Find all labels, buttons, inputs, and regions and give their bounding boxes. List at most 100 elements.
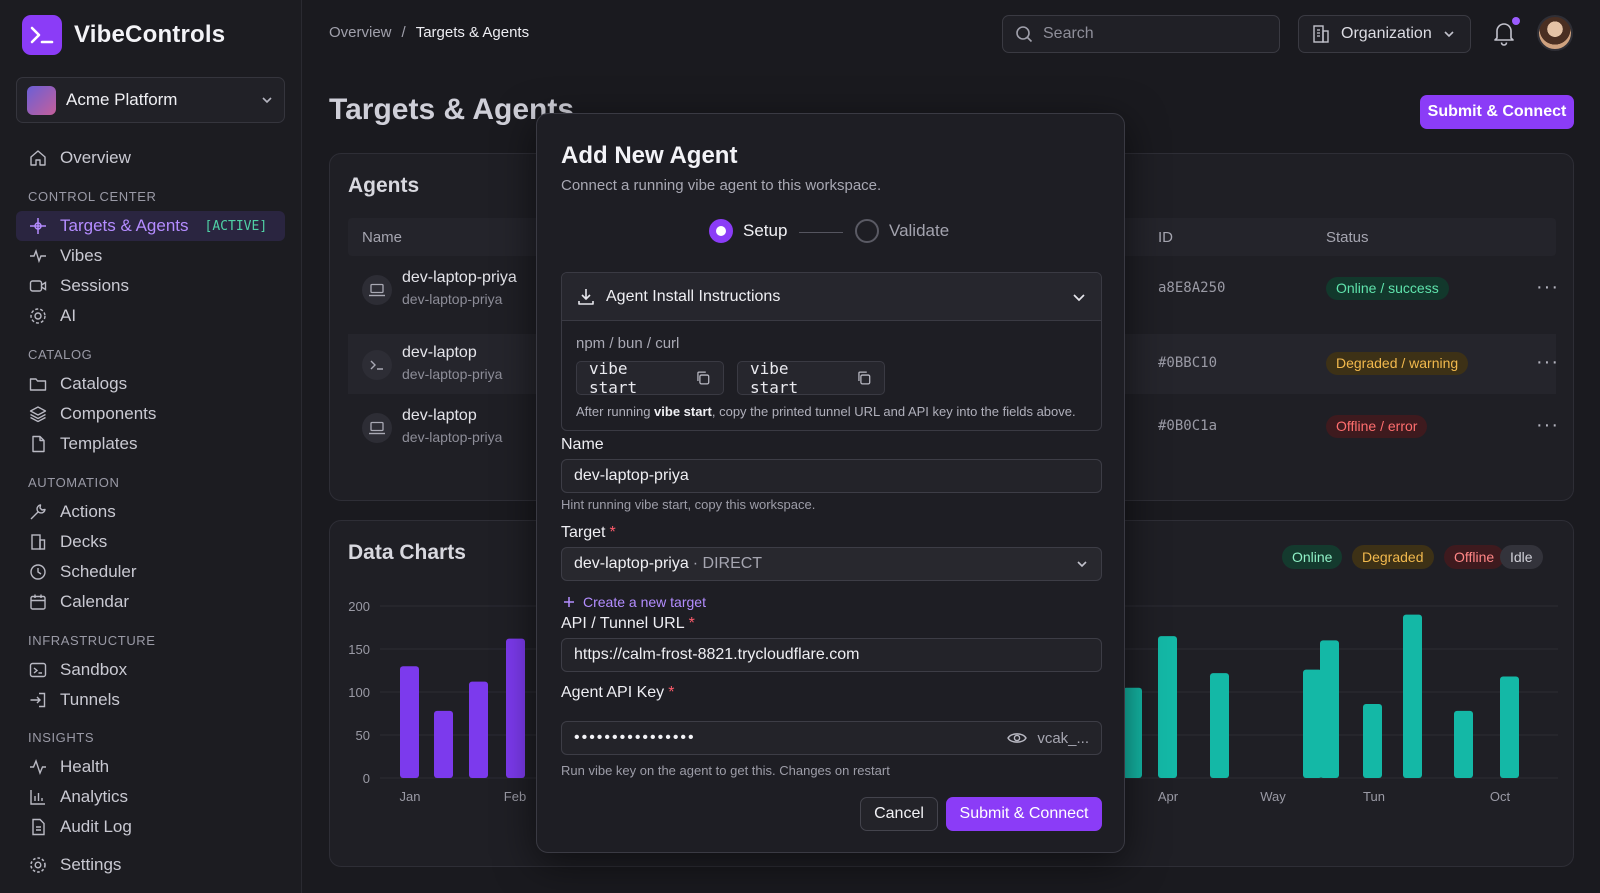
notification-dot [1512,17,1520,25]
legend-online[interactable]: Online [1282,545,1343,569]
sidebar-item-actions[interactable]: Actions [16,497,285,527]
organization-switcher[interactable]: Organization [1298,15,1471,53]
step-setup[interactable]: Setup [709,219,787,243]
sidebar-item-settings[interactable]: Settings [16,850,285,880]
accordion-header[interactable]: Agent Install Instructions [562,273,1101,321]
note-command: vibe start [654,404,712,419]
modal-subtitle: Connect a running vibe agent to this wor… [561,177,882,194]
sidebar-item-calendar[interactable]: Calendar [16,587,285,617]
sidebar-item-label: Decks [60,532,108,551]
agent-name: dev-laptop-priya [402,269,517,286]
legend-degraded[interactable]: Degraded [1352,545,1434,569]
y-tick-label: 100 [348,685,370,700]
create-target-link[interactable]: Create a new target [563,594,706,610]
workspace-avatar [27,85,56,115]
sidebar-item-vibes[interactable]: Vibes [16,241,285,271]
cancel-button[interactable]: Cancel [860,797,938,831]
sidebar-item-catalogs[interactable]: Catalogs [16,369,285,399]
required-mark: * [688,615,695,632]
command-chip[interactable]: vibe start [576,359,724,397]
sidebar-item-audit-log[interactable]: Audit Log [16,812,285,842]
organization-label: Organization [1341,25,1432,42]
app-logo[interactable]: VibeControls [22,15,225,55]
sidebar-item-decks[interactable]: Decks [16,527,285,557]
chart-bar[interactable] [1303,669,1322,778]
workspace-switcher[interactable]: Acme Platform [16,77,285,123]
chart-bar[interactable] [400,666,419,778]
step-validate[interactable]: Validate [855,219,949,243]
document-icon [28,817,48,837]
chart-bar[interactable] [506,638,525,778]
column-id[interactable]: ID [1158,229,1173,246]
sidebar-item-templates[interactable]: Templates [16,429,285,459]
y-tick-label: 50 [356,728,370,743]
chart-bar[interactable] [469,681,488,778]
x-tick-label: Tun [1363,789,1385,804]
more-options-icon[interactable]: ··· [1536,414,1559,437]
tunnel-url-field[interactable] [561,638,1102,672]
target-select[interactable]: dev-laptop-priya · DIRECT [561,547,1102,581]
more-options-icon[interactable]: ··· [1536,351,1559,374]
sidebar-item-overview[interactable]: Overview [16,143,285,173]
name-field[interactable] [561,459,1102,493]
chart-bar[interactable] [1454,710,1473,778]
sidebar-item-label: Sessions [60,276,129,295]
laptop-icon [362,275,392,305]
command-chip[interactable]: vibe start [737,359,885,397]
chart-bar[interactable] [1123,687,1142,778]
target-label-text: Target [561,524,606,541]
breadcrumb-overview[interactable]: Overview [329,24,392,41]
download-icon [578,288,594,305]
copy-icon[interactable] [856,370,872,386]
sidebar-item-targets-agents[interactable]: Targets & Agents [ACTIVE] [16,211,285,241]
y-tick-label: 150 [348,642,370,657]
sidebar-item-sandbox[interactable]: Sandbox [16,655,285,685]
agent-id: #0BBC10 [1158,355,1218,371]
sidebar-item-label: Audit Log [60,817,132,836]
chart-bar[interactable] [1500,676,1519,778]
chart-bar[interactable] [434,710,453,778]
search-input[interactable] [1043,25,1263,43]
chart-bar[interactable] [1210,673,1229,778]
sidebar-item-analytics[interactable]: Analytics [16,782,285,812]
x-tick-label: Apr [1158,789,1179,804]
laptop-icon [362,413,392,443]
status-badge: Offline / error [1326,415,1428,438]
terminal-icon [28,660,48,680]
breadcrumb: Overview / Targets & Agents [329,24,529,41]
x-tick-label: Oct [1490,789,1511,804]
search-box[interactable] [1002,15,1280,53]
api-key-hint: Run vibe key on the agent to get this. C… [561,763,890,778]
sidebar-item-tunnels[interactable]: Tunnels [16,685,285,715]
sidebar-item-sessions[interactable]: Sessions [16,271,285,301]
sidebar-item-ai[interactable]: AI [16,301,285,331]
agent-host: dev-laptop-priya [402,291,503,307]
legend-idle[interactable]: Idle [1500,545,1543,569]
submit-connect-button[interactable]: Submit & Connect [946,797,1102,831]
url-label: API / Tunnel URL * [561,615,695,633]
install-instructions-accordion: Agent Install Instructions npm / bun / c… [561,272,1102,431]
column-status[interactable]: Status [1326,229,1369,246]
eye-icon[interactable] [1007,731,1028,745]
api-key-field[interactable] [574,729,1008,747]
chart-bar[interactable] [1403,614,1422,778]
copy-icon[interactable] [695,370,711,386]
gear-icon [28,855,48,875]
target-mode: · DIRECT [692,555,763,572]
sidebar-item-components[interactable]: Components [16,399,285,429]
user-avatar[interactable] [1537,15,1573,51]
column-name[interactable]: Name [362,229,402,246]
command-text: vibe start [750,359,799,397]
legend-offline[interactable]: Offline [1444,545,1505,569]
chart-bar[interactable] [1158,636,1177,778]
login-icon [28,690,48,710]
sidebar-item-health[interactable]: Health [16,752,285,782]
agent-id: #0B0C1a [1158,418,1218,434]
chart-bar[interactable] [1320,640,1339,778]
more-options-icon[interactable]: ··· [1536,276,1559,299]
header-submit-connect-button[interactable]: Submit & Connect [1420,95,1574,129]
target-value: dev-laptop-priya [574,555,689,572]
chart-bar[interactable] [1363,704,1382,778]
sidebar-item-scheduler[interactable]: Scheduler [16,557,285,587]
sidebar-item-label: Settings [60,855,122,874]
